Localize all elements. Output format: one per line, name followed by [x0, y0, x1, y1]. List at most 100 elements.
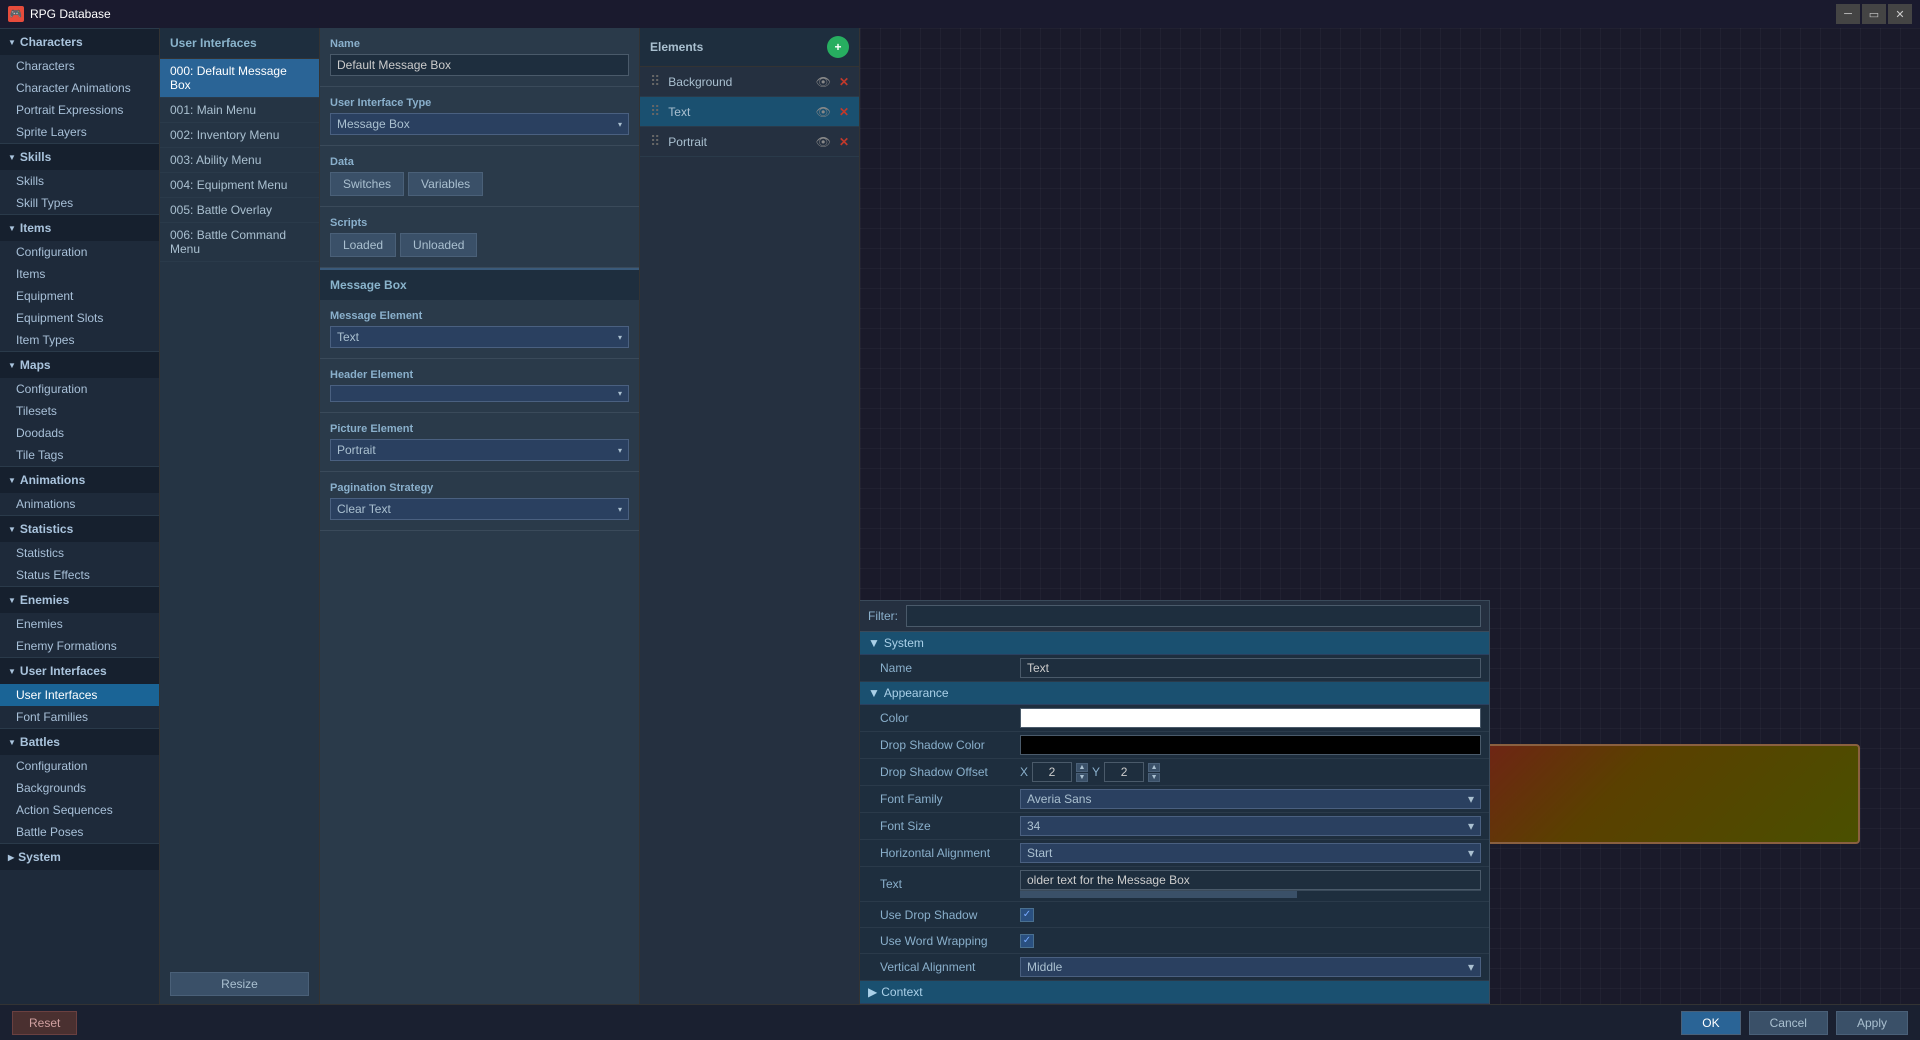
sidebar-item-battle-poses[interactable]: Battle Poses	[0, 821, 159, 843]
sidebar-section-enemies[interactable]: ▼ Enemies	[0, 586, 159, 613]
sidebar-item-font-families[interactable]: Font Families	[0, 706, 159, 728]
eye-icon[interactable]: 👁	[816, 105, 831, 119]
offset-x-input[interactable]	[1032, 762, 1072, 782]
cancel-button[interactable]: Cancel	[1749, 1011, 1828, 1035]
delete-icon[interactable]: ✕	[839, 135, 849, 149]
sidebar-item-skill-types[interactable]: Skill Types	[0, 192, 159, 214]
element-item-text[interactable]: ⠿ Text 👁 ✕	[640, 97, 859, 127]
sidebar-section-maps[interactable]: ▼ Maps	[0, 351, 159, 378]
appearance-section-header[interactable]: ▼ Appearance	[860, 682, 1489, 705]
sidebar-item-equipment-slots[interactable]: Equipment Slots	[0, 307, 159, 329]
offset-y-input[interactable]	[1104, 762, 1144, 782]
sidebar-section-animations[interactable]: ▼ Animations	[0, 466, 159, 493]
sidebar-section-user-interfaces[interactable]: ▼ User Interfaces	[0, 657, 159, 684]
sidebar-item-battles-config[interactable]: Configuration	[0, 755, 159, 777]
sidebar-item-equipment[interactable]: Equipment	[0, 285, 159, 307]
context-section-header[interactable]: ▶ Context	[860, 981, 1489, 1004]
font-size-dropdown[interactable]: 34 ▾	[1020, 816, 1481, 836]
drop-shadow-color-swatch[interactable]	[1020, 735, 1481, 755]
sidebar-item-tile-tags[interactable]: Tile Tags	[0, 444, 159, 466]
prop-use-drop-shadow-key: Use Drop Shadow	[880, 908, 1020, 922]
ui-list-item-000[interactable]: 000: Default Message Box	[160, 59, 319, 98]
sidebar-item-status-effects[interactable]: Status Effects	[0, 564, 159, 586]
y-down-button[interactable]: ▼	[1148, 773, 1160, 782]
sidebar-item-action-sequences[interactable]: Action Sequences	[0, 799, 159, 821]
horizontal-alignment-dropdown[interactable]: Start ▾	[1020, 843, 1481, 863]
unloaded-button[interactable]: Unloaded	[400, 233, 477, 257]
element-item-background[interactable]: ⠿ Background 👁 ✕	[640, 67, 859, 97]
ui-list-item-002[interactable]: 002: Inventory Menu	[160, 123, 319, 148]
switches-button[interactable]: Switches	[330, 172, 404, 196]
sidebar-section-items[interactable]: ▼ Items	[0, 214, 159, 241]
resize-button[interactable]: Resize	[170, 972, 309, 996]
sidebar-section-skills[interactable]: ▼ Skills	[0, 143, 159, 170]
font-family-value: Averia Sans	[1027, 792, 1091, 806]
sidebar-item-sprite-layers[interactable]: Sprite Layers	[0, 121, 159, 143]
sidebar-item-backgrounds[interactable]: Backgrounds	[0, 777, 159, 799]
text-scrollbar[interactable]	[1020, 890, 1481, 898]
loaded-button[interactable]: Loaded	[330, 233, 396, 257]
prop-name-input[interactable]	[1020, 658, 1481, 678]
eye-icon[interactable]: 👁	[816, 75, 831, 89]
delete-icon[interactable]: ✕	[839, 75, 849, 89]
color-swatch[interactable]	[1020, 708, 1481, 728]
chevron-down-icon: ▼	[8, 153, 16, 162]
ui-list-item-001[interactable]: 001: Main Menu	[160, 98, 319, 123]
sidebar-section-system[interactable]: ▶ System	[0, 843, 159, 870]
sidebar-item-item-types[interactable]: Item Types	[0, 329, 159, 351]
sidebar-section-characters[interactable]: ▼ Characters	[0, 28, 159, 55]
sidebar-item-configuration[interactable]: Configuration	[0, 241, 159, 263]
sidebar-section-battles[interactable]: ▼ Battles	[0, 728, 159, 755]
header-element-dropdown[interactable]: ▾	[330, 385, 629, 402]
sidebar-item-tilesets[interactable]: Tilesets	[0, 400, 159, 422]
ui-list-item-004[interactable]: 004: Equipment Menu	[160, 173, 319, 198]
ui-list-item-006[interactable]: 006: Battle Command Menu	[160, 223, 319, 262]
text-input[interactable]	[1020, 870, 1481, 890]
use-word-wrapping-checkbox[interactable]: ✓	[1020, 934, 1034, 948]
variables-button[interactable]: Variables	[408, 172, 483, 196]
sidebar-item-animations[interactable]: Animations	[0, 493, 159, 515]
config-picture-element-section: Picture Element Portrait ▾	[320, 413, 639, 472]
sidebar-item-portrait-expressions[interactable]: Portrait Expressions	[0, 99, 159, 121]
vertical-alignment-dropdown[interactable]: Middle ▾	[1020, 957, 1481, 977]
minimize-button[interactable]: ─	[1836, 4, 1860, 24]
sidebar-item-character-animations[interactable]: Character Animations	[0, 77, 159, 99]
filter-input[interactable]	[906, 605, 1481, 627]
x-down-button[interactable]: ▼	[1076, 773, 1088, 782]
sidebar-section-maps-label: Maps	[20, 358, 51, 372]
sidebar-item-user-interfaces[interactable]: User Interfaces	[0, 684, 159, 706]
picture-element-dropdown[interactable]: Portrait ▾	[330, 439, 629, 461]
drag-icon: ⠿	[650, 73, 660, 90]
reset-button[interactable]: Reset	[12, 1011, 77, 1035]
name-value[interactable]: Default Message Box	[330, 54, 629, 76]
pagination-dropdown[interactable]: Clear Text ▾	[330, 498, 629, 520]
sidebar-item-doodads[interactable]: Doodads	[0, 422, 159, 444]
sidebar-item-statistics[interactable]: Statistics	[0, 542, 159, 564]
add-element-button[interactable]: +	[827, 36, 849, 58]
font-family-dropdown[interactable]: Averia Sans ▾	[1020, 789, 1481, 809]
ok-button[interactable]: OK	[1681, 1011, 1740, 1035]
use-drop-shadow-checkbox[interactable]: ✓	[1020, 908, 1034, 922]
system-section-header[interactable]: ▼ System	[860, 632, 1489, 655]
eye-icon[interactable]: 👁	[816, 135, 831, 149]
delete-icon[interactable]: ✕	[839, 105, 849, 119]
sidebar-item-skills[interactable]: Skills	[0, 170, 159, 192]
close-button[interactable]: ✕	[1888, 4, 1912, 24]
sidebar-item-enemy-formations[interactable]: Enemy Formations	[0, 635, 159, 657]
sidebar-item-maps-config[interactable]: Configuration	[0, 378, 159, 400]
ui-list-item-003[interactable]: 003: Ability Menu	[160, 148, 319, 173]
ui-list-item-005[interactable]: 005: Battle Overlay	[160, 198, 319, 223]
sidebar-item-enemies[interactable]: Enemies	[0, 613, 159, 635]
chevron-down-icon: ▾	[618, 389, 622, 398]
ui-type-dropdown[interactable]: Message Box ▾	[330, 113, 629, 135]
sidebar-section-statistics[interactable]: ▼ Statistics	[0, 515, 159, 542]
title-bar-controls[interactable]: ─ ▭ ✕	[1836, 4, 1912, 24]
element-item-portrait[interactable]: ⠿ Portrait 👁 ✕	[640, 127, 859, 157]
apply-button[interactable]: Apply	[1836, 1011, 1908, 1035]
restore-button[interactable]: ▭	[1862, 4, 1886, 24]
x-up-button[interactable]: ▲	[1076, 763, 1088, 772]
sidebar-item-characters[interactable]: Characters	[0, 55, 159, 77]
y-up-button[interactable]: ▲	[1148, 763, 1160, 772]
sidebar-item-items[interactable]: Items	[0, 263, 159, 285]
message-element-dropdown[interactable]: Text ▾	[330, 326, 629, 348]
